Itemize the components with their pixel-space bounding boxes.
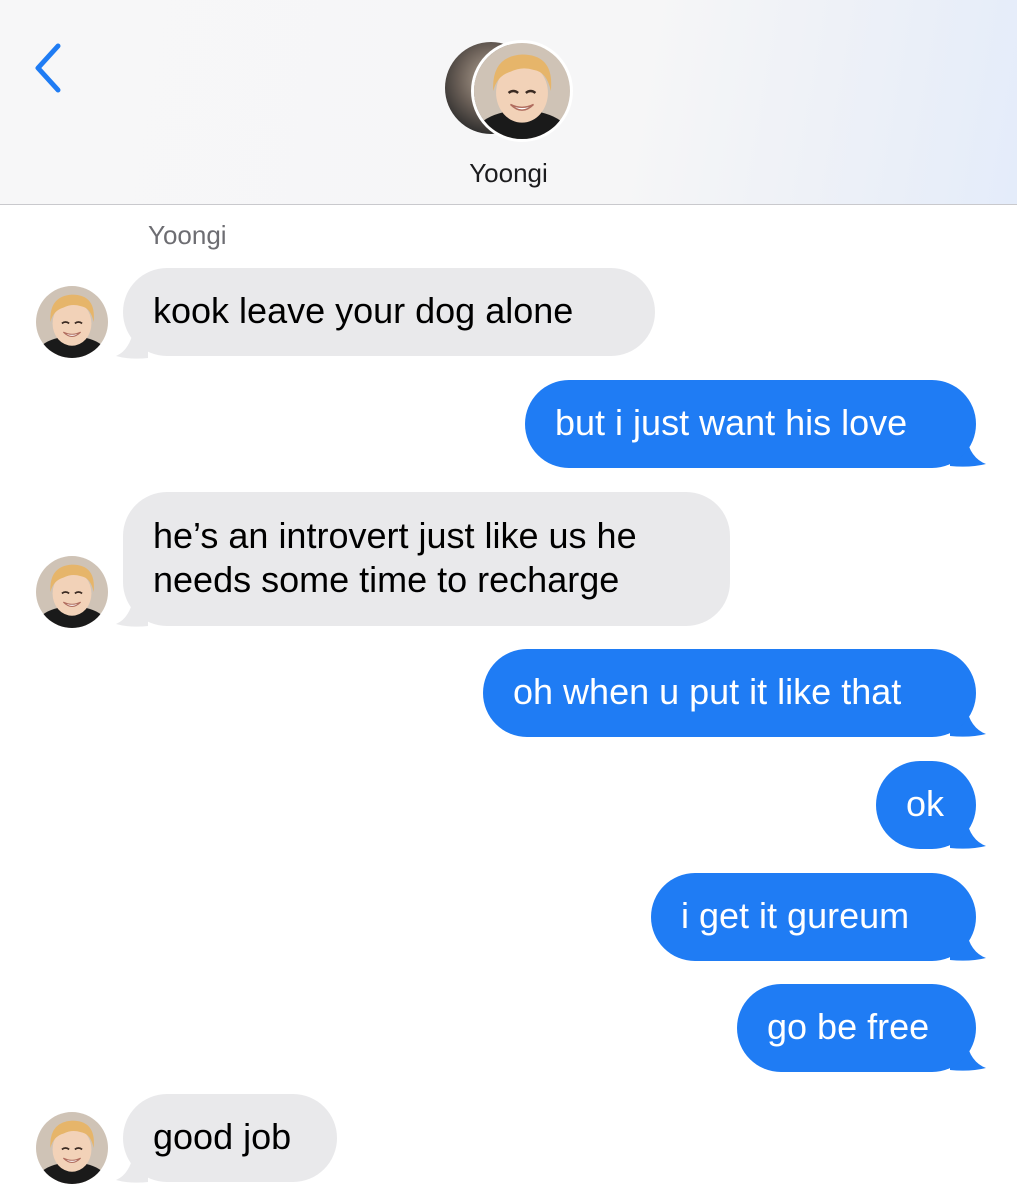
sender-avatar (36, 556, 108, 628)
message-bubble-outgoing[interactable]: oh when u put it like that (483, 649, 976, 737)
message-text: ok (906, 783, 945, 824)
primary-avatar (471, 40, 573, 142)
sender-avatar (36, 1112, 108, 1184)
message-text: go be free (767, 1006, 930, 1047)
message-bubble-incoming[interactable]: he’s an introvert just like us he needs … (123, 492, 730, 626)
message-text-line: needs some time to recharge (153, 559, 620, 600)
message-text: oh when u put it like that (513, 671, 902, 712)
message-text: good job (153, 1116, 292, 1157)
message-bubble-incoming[interactable]: good job (123, 1094, 337, 1182)
message-bubble-outgoing[interactable]: ok (876, 761, 976, 849)
message-bubble-outgoing[interactable]: but i just want his love (525, 380, 976, 468)
conversation-header: Yoongi (0, 0, 1017, 205)
contact-avatar[interactable] (445, 40, 575, 142)
message-text: i get it gureum (681, 895, 910, 936)
sender-avatar (36, 286, 108, 358)
message-bubble-outgoing[interactable]: i get it gureum (651, 873, 976, 961)
chevron-left-icon (35, 43, 61, 93)
message-text-line: he’s an introvert just like us he (153, 515, 637, 556)
message-bubble-incoming[interactable]: kook leave your dog alone (123, 268, 655, 356)
back-button[interactable] (28, 40, 72, 96)
message-text: kook leave your dog alone (153, 290, 574, 331)
message-bubble-outgoing[interactable]: go be free (737, 984, 976, 1072)
sender-label: Yoongi (148, 220, 227, 250)
message-text: but i just want his love (555, 402, 908, 443)
contact-name[interactable]: Yoongi (0, 158, 1017, 189)
